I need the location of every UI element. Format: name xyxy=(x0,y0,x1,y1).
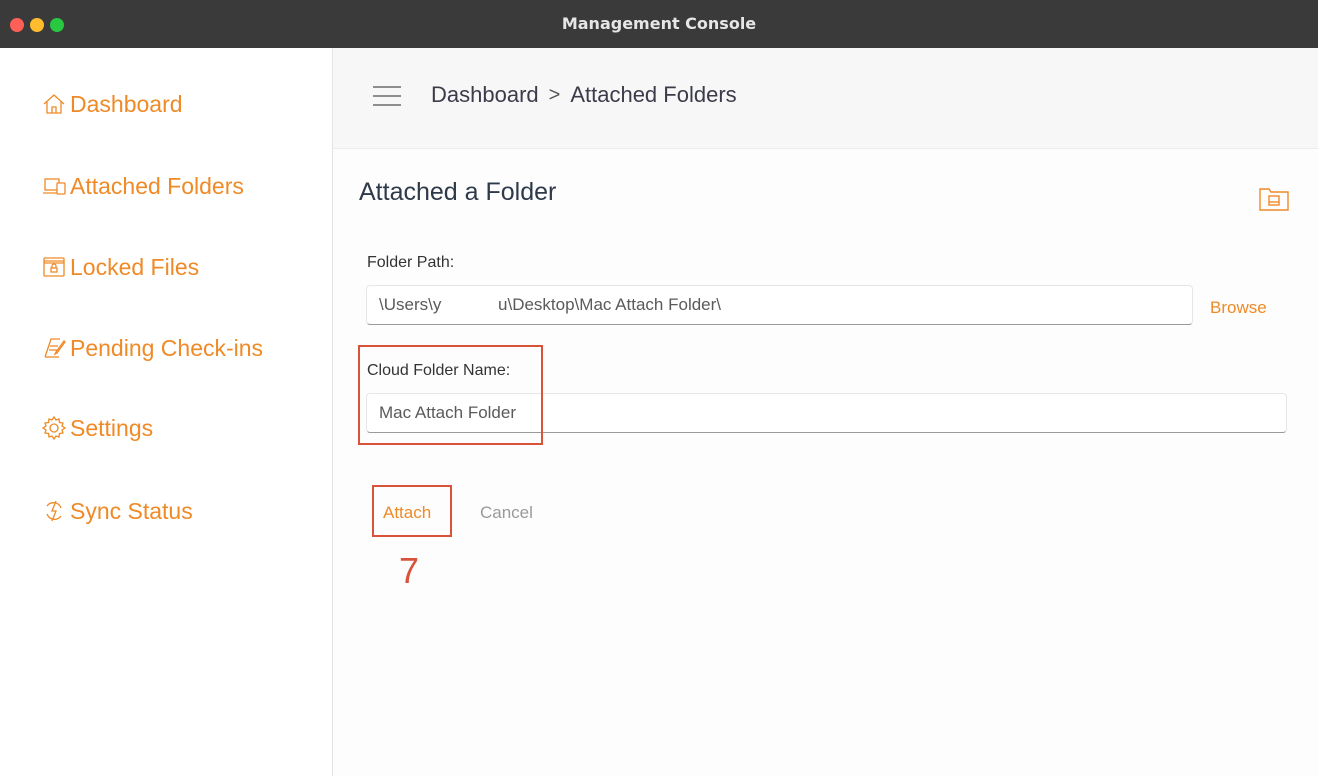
sidebar-item-label: Dashboard xyxy=(70,90,183,117)
sidebar-item-label: Settings xyxy=(70,414,154,441)
browse-button[interactable]: Browse xyxy=(1210,298,1267,318)
app-window: Management Console Dashboard Attached Fo… xyxy=(0,0,1318,776)
main-content: Dashboard > Attached Folders Attached a … xyxy=(333,48,1318,776)
page-title: Attached a Folder xyxy=(359,178,557,206)
step-number-annotation: 7 xyxy=(399,550,420,591)
sidebar-item-label: Sync Status xyxy=(70,497,193,524)
sidebar-item-locked-files[interactable]: Locked Files xyxy=(42,249,199,285)
breadcrumb-separator: > xyxy=(548,83,561,106)
breadcrumb-dashboard[interactable]: Dashboard xyxy=(431,82,539,108)
menu-icon[interactable] xyxy=(373,84,401,108)
folder-icon[interactable] xyxy=(1258,184,1290,212)
sidebar-item-attached-folders[interactable]: Attached Folders xyxy=(42,168,244,204)
folder-path-input[interactable]: \Users\y u\Desktop\Mac Attach Folder\ xyxy=(366,285,1193,325)
cancel-button[interactable]: Cancel xyxy=(480,503,533,523)
highlight-box-cloud-folder-name xyxy=(358,345,543,445)
sidebar-item-pending-check-ins[interactable]: Pending Check-ins xyxy=(42,330,263,366)
page-header: Dashboard > Attached Folders xyxy=(333,48,1318,149)
sidebar-item-dashboard[interactable]: Dashboard xyxy=(42,86,183,122)
sidebar-item-label: Pending Check-ins xyxy=(70,334,264,361)
sidebar-item-sync-status[interactable]: Sync Status xyxy=(42,493,193,529)
sidebar-item-label: Attached Folders xyxy=(70,172,244,199)
sidebar-item-label: Locked Files xyxy=(70,253,200,280)
breadcrumb-attached-folders: Attached Folders xyxy=(570,82,737,107)
folder-path-label: Folder Path: xyxy=(367,254,455,271)
sidebar: Dashboard Attached Folders Locked Files xyxy=(0,48,333,776)
breadcrumb: Dashboard > Attached Folders xyxy=(431,82,737,108)
sync-icon xyxy=(46,500,62,522)
window-title: Management Console xyxy=(561,14,757,33)
devices-icon xyxy=(43,178,66,195)
document-edit-icon xyxy=(44,338,66,358)
gear-icon xyxy=(42,416,66,440)
highlight-box-attach xyxy=(372,485,452,537)
home-icon xyxy=(43,94,65,114)
sidebar-item-settings[interactable]: Settings xyxy=(42,410,153,446)
title-bar: Management Console xyxy=(0,0,1318,49)
locked-window-icon xyxy=(43,257,65,277)
